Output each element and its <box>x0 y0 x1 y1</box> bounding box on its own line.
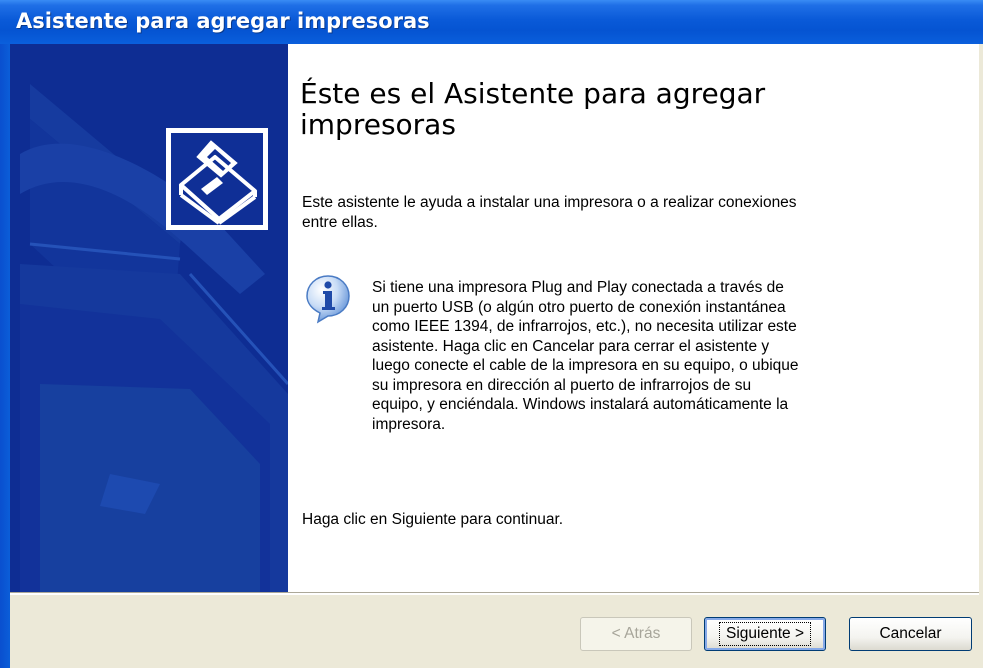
continue-text: Haga clic en Siguiente para continuar. <box>302 511 564 528</box>
info-text: Si tiene una impresora Plug and Play con… <box>372 279 799 433</box>
wizard-content: Éste es el Asistente para agregar impres… <box>288 44 979 592</box>
intro-text: Este asistente le ayuda a instalar una i… <box>302 194 797 231</box>
window-border-left <box>0 44 10 668</box>
window-border-right <box>979 44 983 668</box>
window-title: Asistente para agregar impresoras <box>16 9 430 33</box>
next-button[interactable]: Siguiente > <box>704 617 826 651</box>
cancel-button[interactable]: Cancelar <box>849 617 972 651</box>
printer-watermark-icon <box>20 84 288 592</box>
title-bar[interactable]: Asistente para agregar impresoras <box>0 0 983 44</box>
back-button[interactable]: < Atrás <box>580 617 692 651</box>
footer-divider <box>10 592 979 595</box>
wizard-window: Asistente para agregar impresoras Éste e… <box>0 0 983 668</box>
printer-icon <box>179 140 257 225</box>
next-button-label: Siguiente > <box>719 622 811 646</box>
wizard-logo <box>166 128 268 230</box>
page-title: Éste es el Asistente para agregar impres… <box>300 77 766 141</box>
info-icon <box>306 275 350 324</box>
wizard-side-panel <box>10 44 288 592</box>
